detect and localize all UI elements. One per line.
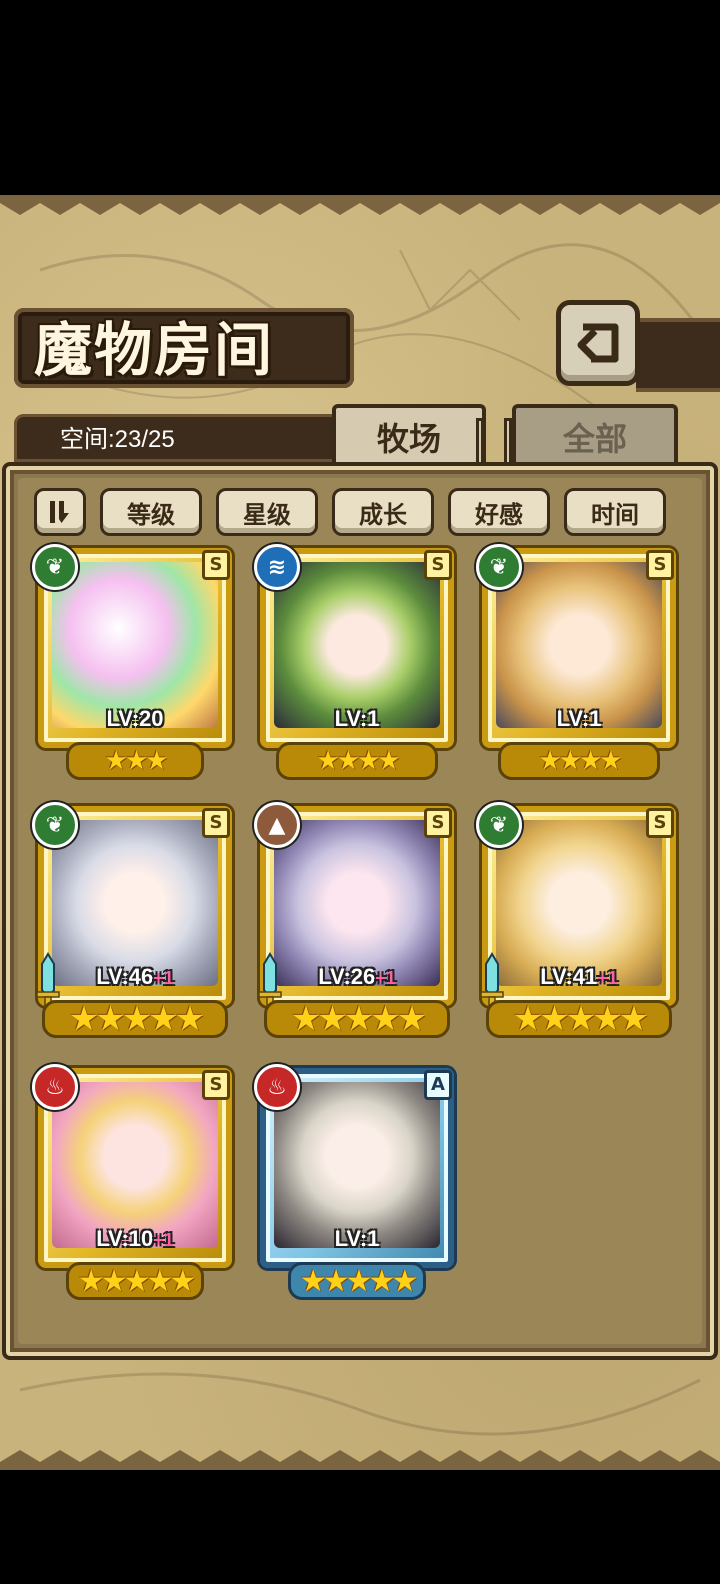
rank-badge: S (646, 550, 674, 580)
tab-divider (504, 418, 512, 466)
monster-portrait (52, 1082, 218, 1248)
level-label: LV:26+1 (254, 964, 460, 990)
monster-portrait (52, 562, 218, 728)
earth-element-icon: ▲ (254, 802, 300, 848)
return-arrow-icon (577, 323, 619, 363)
page-title: 魔物房间 (34, 316, 275, 384)
level-label: LV:10+1 (32, 1226, 238, 1252)
sort-by-time-button[interactable]: 时间 (564, 488, 666, 536)
monster-card[interactable]: S ▲ LV:26+1 ★★★★★ (254, 802, 460, 1040)
monster-card[interactable]: S ≋ LV:1 ★★★★ (254, 544, 460, 782)
fire-element-icon: ♨ (32, 1064, 78, 1110)
water-element-icon: ≋ (254, 544, 300, 590)
level-bonus: +1 (153, 968, 174, 988)
rank-badge: S (424, 550, 452, 580)
tab-all[interactable]: 全部 (512, 404, 678, 466)
tab-divider (476, 418, 484, 466)
level-value: LV:41 (540, 964, 598, 989)
star-rating: ★★★★★ (264, 999, 450, 1039)
level-label: LV:46+1 (32, 964, 238, 990)
star-rating: ★★★★★ (66, 1262, 204, 1300)
star-rating: ★★★ (66, 742, 204, 780)
monster-portrait (274, 1082, 440, 1248)
level-value: LV:1 (334, 706, 380, 731)
monster-card[interactable]: S ❦ LV:46+1 ★★★★★ (32, 802, 238, 1040)
sort-by-affection-button[interactable]: 好感 (448, 488, 550, 536)
level-label: LV:1 (254, 706, 460, 732)
monster-card[interactable]: S ❦ LV:41+1 ★★★★★ (476, 802, 682, 1040)
star-rating: ★★★★★ (486, 999, 672, 1039)
level-bonus: +1 (375, 968, 396, 988)
sort-by-growth-button[interactable]: 成长 (332, 488, 434, 536)
star-rating: ★★★★★ (42, 999, 228, 1039)
rank-badge: S (202, 550, 230, 580)
torn-edge-top (0, 195, 720, 215)
rank-badge: S (202, 1070, 230, 1100)
grass-element-icon: ❦ (476, 802, 522, 848)
level-bonus: +1 (597, 968, 618, 988)
rank-badge: S (202, 808, 230, 838)
level-label: LV:20 (32, 706, 238, 732)
torn-edge-bottom (0, 1450, 720, 1470)
capacity-label: 空间:23/25 (60, 426, 175, 453)
star-rating: ★★★★ (276, 742, 438, 780)
level-value: LV:26 (318, 964, 376, 989)
rank-badge: S (424, 808, 452, 838)
monster-card[interactable]: S ❦ LV:20 ★★★ (32, 544, 238, 782)
sort-order-icon (50, 501, 69, 523)
level-value: LV:1 (556, 706, 602, 731)
monster-portrait (274, 562, 440, 728)
monster-portrait (274, 820, 440, 986)
sort-order-toggle[interactable] (34, 488, 86, 536)
grass-element-icon: ❦ (32, 544, 78, 590)
fire-element-icon: ♨ (254, 1064, 300, 1110)
back-button-rail (636, 318, 720, 392)
monster-card[interactable]: A ♨ LV:1 ★★★★★ (254, 1064, 460, 1302)
level-label: LV:1 (254, 1226, 460, 1252)
level-bonus: +1 (153, 1230, 174, 1250)
grass-element-icon: ❦ (32, 802, 78, 848)
rank-badge: A (424, 1070, 452, 1100)
level-label: LV:41+1 (476, 964, 682, 990)
level-value: LV:20 (106, 706, 164, 731)
sort-by-star-button[interactable]: 星级 (216, 488, 318, 536)
level-value: LV:1 (334, 1226, 380, 1251)
monster-portrait (496, 820, 662, 986)
monster-portrait (52, 820, 218, 986)
tab-ranch[interactable]: 牧场 (332, 404, 486, 466)
grass-element-icon: ❦ (476, 544, 522, 590)
monster-portrait (496, 562, 662, 728)
star-rating: ★★★★ (498, 742, 660, 780)
level-value: LV:46 (96, 964, 154, 989)
back-button[interactable] (556, 300, 640, 386)
level-label: LV:1 (476, 706, 682, 732)
star-rating: ★★★★★ (288, 1262, 426, 1300)
monster-card[interactable]: S ♨ LV:10+1 ★★★★★ (32, 1064, 238, 1302)
rank-badge: S (646, 808, 674, 838)
monster-card[interactable]: S ❦ LV:1 ★★★★ (476, 544, 682, 782)
level-value: LV:10 (96, 1226, 154, 1251)
sort-by-level-button[interactable]: 等级 (100, 488, 202, 536)
